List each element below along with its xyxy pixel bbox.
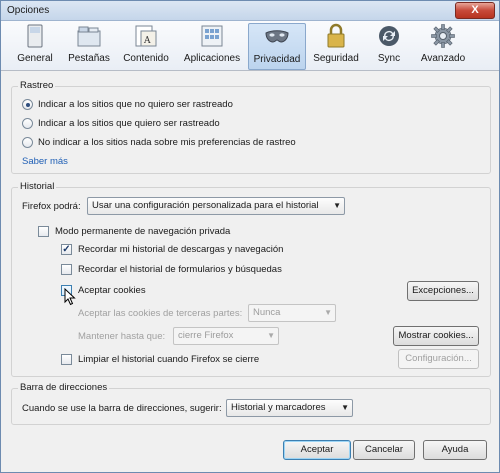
tracking-option-none[interactable]: No indicar a los sitios nada sobre mis p… bbox=[22, 137, 296, 148]
learn-more-link[interactable]: Saber más bbox=[22, 156, 68, 167]
address-bar-value: Historial y marcadores bbox=[231, 402, 326, 413]
options-window: Opciones X General Pestañas A Contenido … bbox=[0, 0, 500, 473]
applications-icon bbox=[201, 25, 223, 47]
clear-history-row[interactable]: Limpiar el historial cuando Firefox se c… bbox=[61, 354, 259, 365]
remember-downloads-label: Recordar mi historial de descargas y nav… bbox=[78, 244, 284, 255]
help-button[interactable]: Ayuda bbox=[423, 440, 487, 460]
keep-until-select[interactable]: cierre Firefox ▼ bbox=[173, 327, 279, 345]
chevron-down-icon: ▼ bbox=[333, 201, 341, 210]
content-icon: A bbox=[135, 25, 157, 47]
remember-downloads-checkbox[interactable]: ✓ bbox=[61, 244, 72, 255]
svg-text:A: A bbox=[143, 36, 151, 46]
remember-forms-row[interactable]: Recordar el historial de formularios y b… bbox=[61, 264, 282, 275]
tabs-icon bbox=[77, 26, 101, 47]
show-cookies-button[interactable]: Mostrar cookies... bbox=[393, 326, 479, 346]
remember-forms-label: Recordar el historial de formularios y b… bbox=[78, 264, 282, 275]
chevron-down-icon: ▼ bbox=[324, 308, 332, 317]
private-mode-checkbox[interactable] bbox=[38, 226, 49, 237]
exceptions-button[interactable]: Excepciones... bbox=[407, 281, 479, 301]
tab-content-label: Contenido bbox=[123, 53, 169, 64]
address-bar-group-title: Barra de direcciones bbox=[18, 382, 110, 393]
chevron-down-icon: ▼ bbox=[341, 403, 349, 412]
firefox-will-label: Firefox podrá: bbox=[22, 201, 81, 212]
radio-no-preference-label: No indicar a los sitios nada sobre mis p… bbox=[38, 137, 296, 148]
history-group-title: Historial bbox=[18, 181, 57, 192]
tab-applications[interactable]: Aplicaciones bbox=[181, 23, 243, 70]
tab-tabs[interactable]: Pestañas bbox=[65, 23, 113, 70]
tracking-group-title: Rastreo bbox=[18, 80, 56, 91]
third-party-value: Nunca bbox=[253, 307, 281, 318]
window-title: Opciones bbox=[7, 5, 50, 16]
radio-track-label: Indicar a los sitios que quiero ser rast… bbox=[38, 118, 220, 129]
tab-applications-label: Aplicaciones bbox=[183, 53, 241, 64]
keep-until-value: cierre Firefox bbox=[178, 330, 234, 341]
tab-security-label: Seguridad bbox=[313, 53, 359, 64]
close-button[interactable]: X bbox=[455, 2, 495, 19]
tab-privacy[interactable]: Privacidad bbox=[248, 23, 306, 70]
tab-general-label: General bbox=[17, 53, 53, 64]
preferences-toolbar: General Pestañas A Contenido Aplicacione… bbox=[1, 21, 499, 71]
sync-icon bbox=[379, 26, 399, 46]
tab-security[interactable]: Seguridad bbox=[311, 23, 361, 70]
clear-history-label: Limpiar el historial cuando Firefox se c… bbox=[78, 354, 260, 365]
accept-button[interactable]: Aceptar bbox=[283, 440, 351, 460]
tab-sync[interactable]: Sync bbox=[371, 23, 407, 70]
tracking-option-track[interactable]: Indicar a los sitios que quiero ser rast… bbox=[22, 118, 220, 129]
tab-advanced-label: Avanzado bbox=[420, 53, 466, 64]
title-bar: Opciones X bbox=[1, 1, 499, 21]
remember-forms-checkbox[interactable] bbox=[61, 264, 72, 275]
remember-downloads-row[interactable]: ✓ Recordar mi historial de descargas y n… bbox=[61, 244, 283, 255]
chevron-down-icon: ▼ bbox=[267, 331, 275, 340]
tab-general[interactable]: General bbox=[15, 23, 55, 70]
history-mode-select[interactable]: Usar una configuración personalizada par… bbox=[87, 197, 345, 215]
clear-history-checkbox[interactable] bbox=[61, 354, 72, 365]
private-mode-label: Modo permanente de navegación privada bbox=[55, 226, 231, 237]
privacy-mask-icon bbox=[265, 30, 289, 43]
tab-tabs-label: Pestañas bbox=[68, 53, 110, 64]
radio-no-preference[interactable] bbox=[22, 137, 33, 148]
cancel-button[interactable]: Cancelar bbox=[353, 440, 415, 460]
tab-privacy-label: Privacidad bbox=[253, 54, 301, 65]
history-settings-button[interactable]: Configuración... bbox=[398, 349, 479, 369]
keep-until-label: Mantener hasta que: bbox=[78, 331, 166, 342]
general-icon bbox=[27, 24, 43, 48]
padlock-icon bbox=[327, 23, 345, 48]
address-bar-label: Cuando se use la barra de direcciones, s… bbox=[22, 403, 222, 414]
third-party-label: Aceptar las cookies de terceras partes: bbox=[78, 308, 243, 319]
third-party-select[interactable]: Nunca ▼ bbox=[248, 304, 336, 322]
gear-icon bbox=[431, 24, 455, 48]
tab-sync-label: Sync bbox=[377, 53, 401, 64]
mouse-pointer-icon bbox=[64, 288, 76, 306]
history-mode-value: Usar una configuración personalizada par… bbox=[92, 200, 319, 211]
private-mode-row[interactable]: Modo permanente de navegación privada bbox=[38, 226, 230, 237]
accept-cookies-label: Aceptar cookies bbox=[78, 285, 146, 296]
radio-no-track-label: Indicar a los sitios que no quiero ser r… bbox=[38, 99, 233, 110]
tab-advanced[interactable]: Avanzado bbox=[417, 23, 469, 70]
tracking-option-no-track[interactable]: Indicar a los sitios que no quiero ser r… bbox=[22, 99, 233, 110]
tab-content[interactable]: A Contenido bbox=[121, 23, 171, 70]
radio-no-track[interactable] bbox=[22, 99, 33, 110]
address-bar-select[interactable]: Historial y marcadores ▼ bbox=[226, 399, 353, 417]
radio-track[interactable] bbox=[22, 118, 33, 129]
